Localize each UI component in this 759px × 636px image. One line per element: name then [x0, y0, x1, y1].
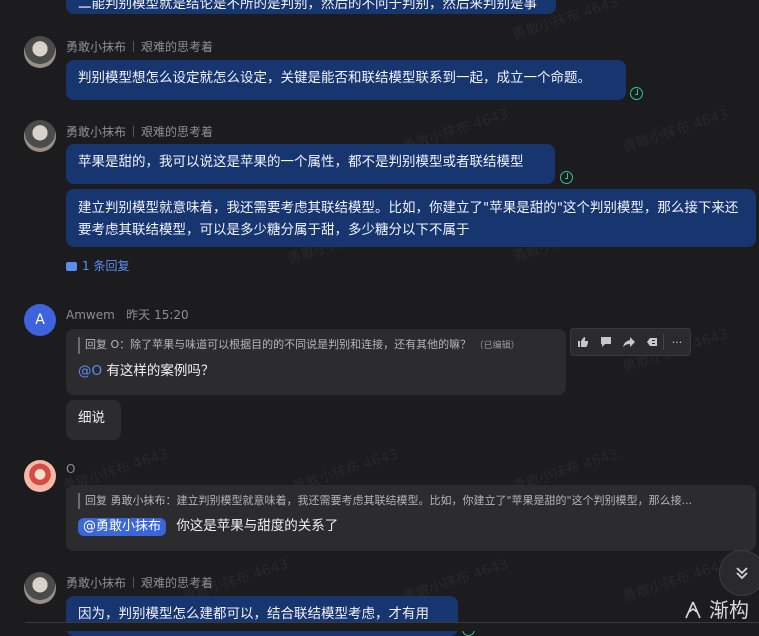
comment-icon[interactable] — [594, 329, 617, 355]
brand-name: 渐构 — [709, 598, 749, 622]
message-time: 昨天 15:20 — [126, 308, 189, 322]
message-text: 细说 — [78, 410, 105, 426]
message-meta: 勇敢小抹布 艰难的思考着 — [66, 38, 213, 55]
message-meta: Amwem 昨天 15:20 — [66, 306, 189, 323]
reply-quote[interactable]: 回复 勇敢小抹布：建立判别模型就意味着，我还需要考虑其联结模型。比如，你建立了"… — [78, 493, 744, 509]
author-title: 艰难的思考着 — [141, 40, 214, 54]
author-name[interactable]: 勇敢小抹布 — [66, 40, 126, 54]
avatar[interactable] — [24, 572, 56, 604]
more-icon[interactable]: ··· — [664, 329, 690, 355]
quote-text: 回复 O：除了苹果与味道可以根据目的的不同说是判别和连接，还有其他的嘛？ — [85, 338, 472, 351]
author-title: 艰难的思考着 — [141, 125, 214, 139]
double-chevron-down-icon — [736, 567, 748, 580]
more-label: ··· — [671, 335, 683, 349]
brand-logo: 渐构 — [683, 594, 749, 623]
quote-icon[interactable] — [640, 329, 663, 355]
avatar[interactable]: A — [24, 304, 56, 336]
message-bubble[interactable]: 建立判别模型就意味着，我还需要考虑其联结模型。比如，你建立了"苹果是甜的"这个判… — [66, 189, 756, 247]
forward-icon[interactable] — [617, 329, 640, 355]
message-bubble[interactable]: 判别模型想怎么设定就怎么设定，关键是能否和联结模型联系到一起，成立一个命题。 — [66, 60, 626, 100]
message-meta: 勇敢小抹布 艰难的思考着 — [66, 123, 213, 140]
read-check-icon — [560, 171, 573, 184]
reply-thread-icon — [66, 262, 77, 271]
brand-icon — [684, 601, 701, 619]
scroll-to-bottom-button[interactable] — [719, 550, 759, 596]
message-text: 建立判别模型就意味着，我还需要考虑其联结模型。比如，你建立了"苹果是甜的"这个判… — [78, 200, 739, 238]
mention[interactable]: @O — [78, 363, 102, 379]
watermark: 勇敢小抹布 4643 — [620, 106, 731, 156]
avatar-letter: A — [35, 312, 45, 328]
message-bubble[interactable]: 苹果是甜的，我可以说这是苹果的一个属性，都不是判别模型或者联结模型 — [66, 144, 555, 184]
avatar[interactable] — [24, 120, 56, 152]
author-name[interactable]: 勇敢小抹布 — [66, 576, 126, 590]
author-name[interactable]: 勇敢小抹布 — [66, 125, 126, 139]
message-bubble[interactable]: 回复 O：除了苹果与味道可以根据目的的不同说是判别和连接，还有其他的嘛？ （已编… — [66, 329, 566, 395]
message-text: 你这是苹果与甜度的关系了 — [176, 518, 339, 534]
mention[interactable]: @勇敢小抹布 — [78, 518, 167, 536]
message-text: 有这样的案例吗？ — [106, 363, 215, 379]
message-bubble[interactable]: 回复 勇敢小抹布：建立判别模型就意味着，我还需要考虑其联结模型。比如，你建立了"… — [66, 485, 756, 551]
message-text: 因为，判别模型怎么建都可以，结合联结模型考虑，才有用 — [78, 606, 429, 622]
avatar[interactable] — [24, 36, 56, 68]
author-name[interactable]: Amwem — [66, 308, 115, 322]
edited-label: （已编辑） — [474, 341, 520, 351]
message-bubble[interactable]: 细说 — [66, 400, 121, 440]
message-meta: 勇敢小抹布 艰难的思考着 — [66, 574, 213, 591]
message-meta: O — [66, 462, 75, 476]
avatar[interactable] — [24, 460, 56, 492]
reply-count-link[interactable]: 1 条回复 — [66, 257, 129, 274]
message-text: 苹果是甜的，我可以说这是苹果的一个属性，都不是判别模型或者联结模型 — [78, 154, 524, 170]
reply-quote[interactable]: 回复 O：除了苹果与味道可以根据目的的不同说是判别和连接，还有其他的嘛？ （已编… — [78, 337, 554, 354]
read-check-icon — [630, 87, 643, 100]
reply-count: 1 条回复 — [82, 259, 130, 273]
message-bubble: 二能判别模型就是结论是不所的是判别，然后的不问于判别，然后来判别是事实 — [66, 0, 556, 14]
message-text: 二能判别模型就是结论是不所的是判别，然后的不问于判别，然后来判别是事实 — [78, 0, 537, 12]
author-title: 艰难的思考着 — [141, 576, 214, 590]
thumbs-up-icon[interactable] — [571, 329, 594, 355]
author-name[interactable]: O — [66, 462, 75, 476]
message-toolbar: ··· — [570, 328, 691, 356]
quote-text: 回复 勇敢小抹布：建立判别模型就意味着，我还需要考虑其联结模型。比如，你建立了"… — [85, 494, 693, 507]
message-text: 判别模型想怎么设定就怎么设定，关键是能否和联结模型联系到一起，成立一个命题。 — [78, 70, 591, 86]
